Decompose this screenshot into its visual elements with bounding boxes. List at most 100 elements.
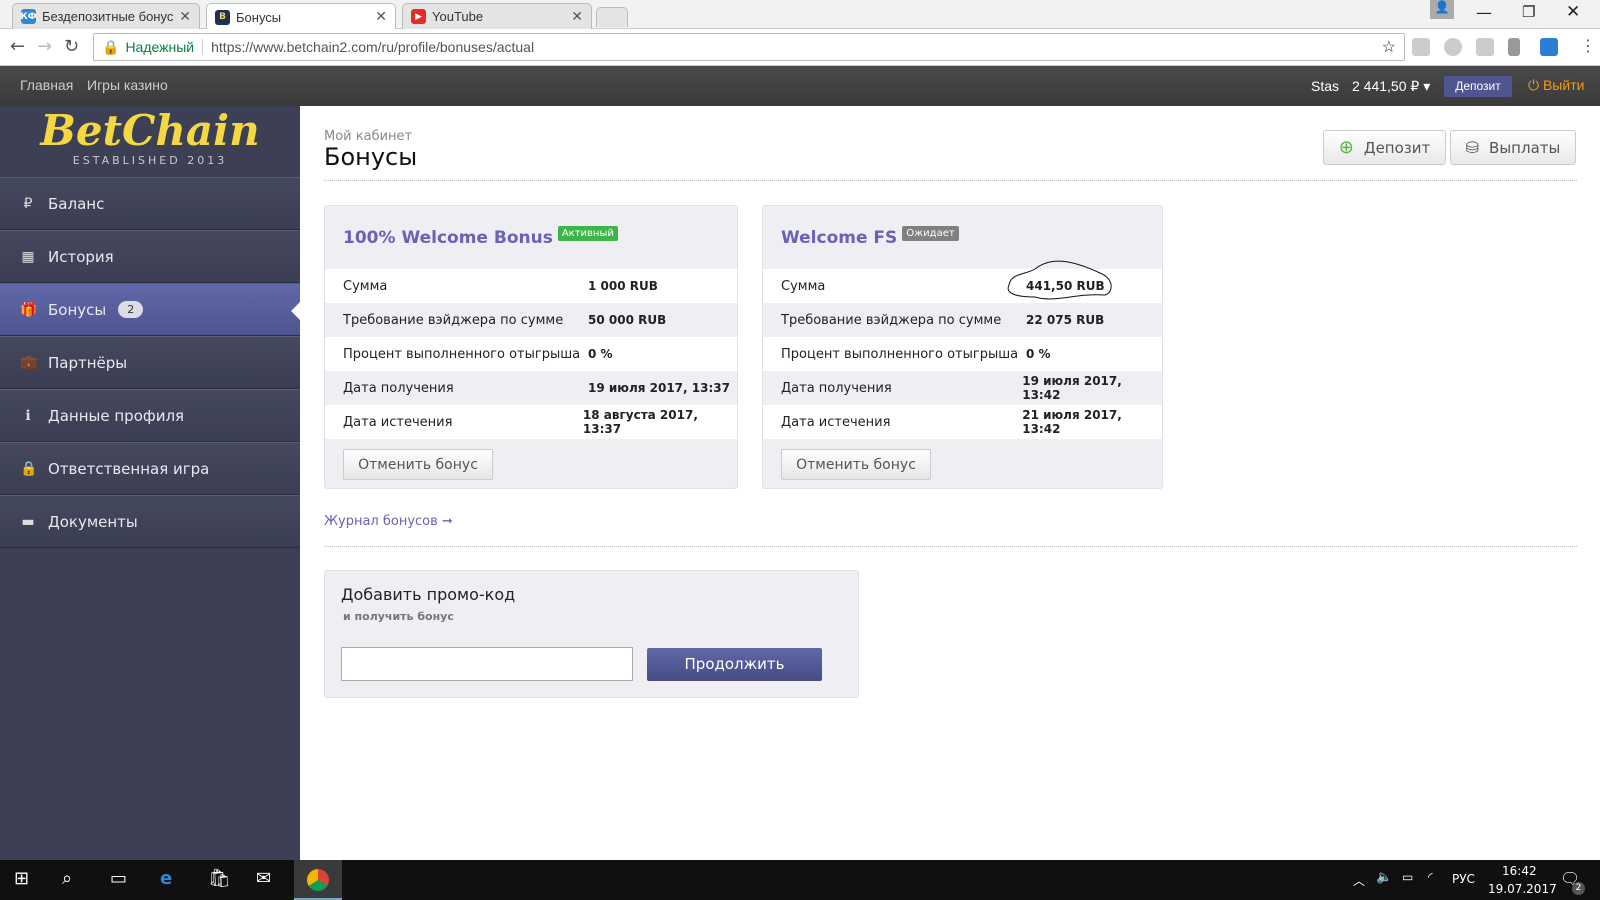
cancel-bonus-button[interactable]: Отменить бонус — [343, 449, 493, 480]
volume-icon[interactable]: 🔈 — [1376, 870, 1392, 885]
search-icon[interactable]: ⌕ — [62, 868, 72, 889]
row-value: 18 августа 2017, 13:37 — [582, 408, 698, 436]
row-label: Процент выполненного отыгрыша — [343, 346, 581, 362]
clock-date[interactable]: 19.07.2017 — [1488, 882, 1557, 896]
row-value: 22 075 RUB — [1026, 313, 1105, 327]
chevron-up-icon[interactable]: ︿ — [1353, 872, 1365, 889]
table-row: Процент выполненного отыгрыша 0 % — [763, 337, 1162, 371]
extension-globe-icon[interactable] — [1444, 38, 1462, 56]
address-bar-row: ← → ↻ 🔒 Надежный https://www.betchain2.c… — [0, 29, 1600, 66]
promo-title: Добавить промо-код — [341, 585, 516, 604]
star-icon[interactable]: ☆ — [1382, 37, 1396, 57]
extension-person-icon[interactable] — [1508, 38, 1520, 56]
wifi-icon[interactable]: ◜ — [1428, 870, 1433, 884]
minimize-icon[interactable]: — — [1476, 3, 1492, 22]
table-row: Дата истечения 21 июля 2017, 13:42 — [763, 405, 1162, 439]
tab-bezdepozitnye[interactable]: КФ Бездепозитные бонусы ✕ — [12, 3, 200, 29]
extension-sync-icon[interactable] — [1412, 38, 1430, 56]
menu-icon[interactable]: ⋮ — [1580, 36, 1596, 55]
sidebar-item-label: История — [48, 247, 114, 266]
sidebar-item-label: Данные профиля — [48, 406, 185, 425]
row-label: Сумма — [343, 278, 388, 294]
row-value: 21 июля 2017, 13:42 — [1022, 408, 1122, 436]
language-indicator[interactable]: РУС — [1452, 872, 1475, 886]
chrome-taskbar-icon[interactable] — [294, 860, 342, 900]
balance-dropdown[interactable]: 2 441,50 ₽ ▾ — [1352, 78, 1430, 95]
sidebar-item-profile[interactable]: ℹ Данные профиля — [0, 389, 300, 442]
sidebar-item-label: Бонусы — [48, 300, 107, 319]
folder-icon: ▬ — [21, 513, 35, 530]
edge-icon[interactable]: e — [160, 868, 172, 889]
sidebar-item-responsible-gaming[interactable]: 🔒 Ответственная игра — [0, 442, 300, 495]
table-row: Процент выполненного отыгрыша 0 % — [325, 337, 737, 371]
task-view-icon[interactable]: ▭ — [110, 868, 127, 889]
deposit-label: Депозит — [1363, 138, 1431, 157]
tab-bonusy[interactable]: B Бонусы ✕ — [206, 3, 396, 30]
back-icon[interactable]: ← — [10, 36, 25, 57]
sidebar-item-partners[interactable]: 💼 Партнёры — [0, 336, 300, 389]
close-icon[interactable]: ✕ — [375, 9, 387, 25]
tab-youtube[interactable]: ▶ YouTube ✕ — [402, 3, 592, 29]
betchain-logo[interactable]: BetChain ESTABLISHED 2013 — [0, 106, 300, 177]
nav-home-link[interactable]: Главная — [20, 77, 73, 93]
clock-time[interactable]: 16:42 — [1502, 864, 1537, 878]
status-badge: Ожидает — [902, 226, 959, 241]
sidebar-item-label: Ответственная игра — [48, 459, 210, 478]
bonus-title: 100% Welcome Bonus — [343, 228, 553, 248]
balance-value: 2 441,50 ₽ — [1352, 78, 1420, 94]
mail-icon[interactable]: ✉ — [256, 868, 271, 889]
sidebar-item-documents[interactable]: ▬ Документы — [0, 495, 300, 548]
sidebar-item-bonuses[interactable]: 🎁 Бонусы 2 — [0, 283, 300, 336]
forward-icon[interactable]: → — [37, 36, 52, 57]
caret-down-icon: ▾ — [1423, 78, 1431, 94]
sidebar-item-history[interactable]: ▦ История — [0, 230, 300, 283]
close-icon[interactable]: ✕ — [179, 9, 191, 25]
close-icon[interactable]: ✕ — [571, 9, 583, 25]
promo-subtitle: и получить бонус — [343, 610, 454, 623]
sidebar-item-balance[interactable]: ₽ Баланс — [0, 177, 300, 230]
promo-code-input[interactable] — [341, 647, 633, 681]
breadcrumb[interactable]: Мой кабинет — [324, 129, 412, 144]
bonus-card: Welcome FS Ожидает Сумма 441,50 RUB Требов… — [762, 205, 1163, 489]
row-label: Процент выполненного отыгрыша — [781, 346, 1019, 362]
url-field[interactable]: 🔒 Надежный https://www.betchain2.com/ru/… — [93, 33, 1405, 61]
extension-icon[interactable] — [1476, 38, 1494, 56]
restore-icon[interactable]: ❐ — [1522, 3, 1535, 21]
calendar-icon: ▦ — [21, 248, 35, 265]
row-label: Дата истечения — [343, 414, 453, 430]
row-value: 0 % — [1026, 347, 1051, 361]
tab-title: Бонусы — [236, 9, 282, 25]
kf-favicon-icon: КФ — [20, 9, 37, 24]
bonus-card: 100% Welcome Bonus Активный Сумма 1 000 RU… — [324, 205, 738, 489]
cancel-bonus-button[interactable]: Отменить бонус — [781, 449, 931, 480]
tab-title: Бездепозитные бонусы — [42, 9, 174, 24]
divider — [324, 180, 1577, 181]
bonus-journal-link[interactable]: Журнал бонусов ➞ — [324, 514, 453, 529]
payout-button[interactable]: ⛁ Выплаты — [1450, 130, 1576, 165]
windows-start-icon[interactable]: ⊞ — [14, 868, 29, 889]
header-deposit-button[interactable]: Депозит — [1444, 76, 1512, 97]
store-icon[interactable]: 🛍 — [208, 868, 231, 889]
extension-home-icon[interactable] — [1540, 38, 1558, 56]
username: Stas — [1311, 78, 1340, 94]
logo-brand: BetChain — [40, 106, 260, 155]
close-window-icon[interactable]: ✕ — [1566, 2, 1580, 22]
tab-title: YouTube — [432, 9, 484, 24]
table-row: Сумма 441,50 RUB — [763, 260, 1162, 303]
table-row: Требование вэйджера по сумме 50 000 RUB — [325, 303, 737, 337]
row-label: Требование вэйджера по сумме — [781, 312, 1002, 328]
reload-icon[interactable]: ↻ — [64, 36, 79, 57]
row-value: 19 июля 2017, 13:37 — [588, 381, 730, 395]
plus-coin-icon: ⊕ — [1338, 137, 1354, 158]
hand-drawn-circle-annotation — [1007, 260, 1112, 300]
profile-icon[interactable]: 👤 — [1430, 0, 1454, 19]
logout-link[interactable]: ⏻ Выйти — [1528, 77, 1584, 94]
battery-icon[interactable]: ▭ — [1402, 870, 1413, 884]
table-row: Дата истечения 18 августа 2017, 13:37 — [325, 405, 737, 439]
promo-submit-button[interactable]: Продолжить — [647, 648, 822, 681]
sidebar-item-label: Партнёры — [48, 353, 128, 372]
table-row: Дата получения 19 июля 2017, 13:42 — [763, 371, 1162, 405]
new-tab-button[interactable] — [596, 7, 628, 27]
deposit-button[interactable]: ⊕ Депозит — [1323, 130, 1446, 165]
nav-casino-games-link[interactable]: Игры казино — [87, 77, 168, 93]
